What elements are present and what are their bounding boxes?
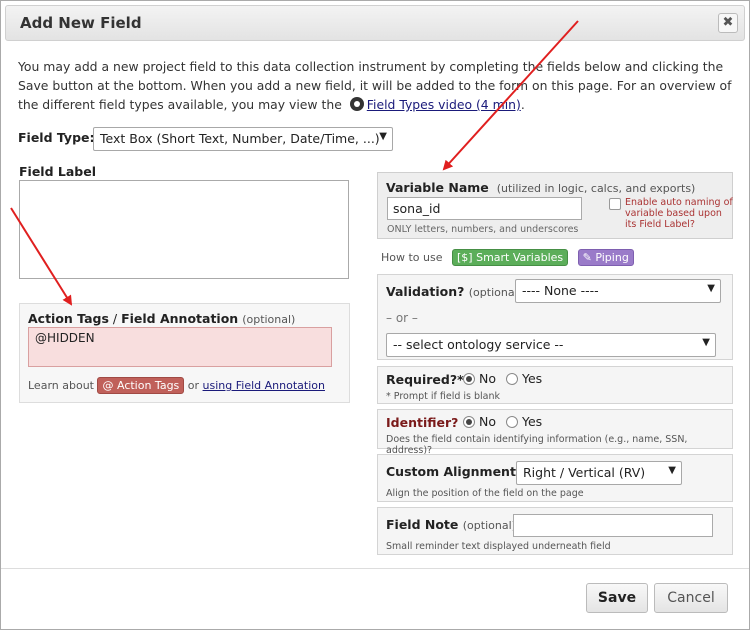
required-no-radio[interactable] — [463, 373, 475, 385]
identifier-section: Identifier? No Yes Does the field contai… — [377, 409, 733, 456]
identifier-yes-radio[interactable] — [505, 416, 518, 428]
dialog-titlebar: Add New Field ✖ — [5, 5, 745, 41]
auto-naming-label: Enable auto naming of variable based upo… — [625, 197, 733, 230]
validation-selected: ---- None ---- — [522, 283, 599, 298]
field-types-video-link[interactable]: Field Types video (4 min) — [367, 97, 521, 112]
action-tags-section: Action Tags / Field Annotation (optional… — [19, 303, 350, 403]
custom-alignment-title: Custom Alignment — [386, 464, 516, 479]
field-annotation-link[interactable]: using Field Annotation — [203, 379, 325, 392]
field-note-heading: Field Note — [386, 517, 459, 532]
piping-label: Piping — [595, 251, 629, 264]
field-type-select[interactable]: Text Box (Short Text, Number, Date/Time,… — [93, 127, 393, 151]
field-label-textarea[interactable] — [19, 180, 349, 279]
action-tags-optional: (optional) — [242, 313, 296, 326]
required-no-label: No — [479, 371, 496, 386]
identifier-no-label: No — [479, 414, 496, 429]
intro-period: . — [520, 97, 525, 112]
validation-title: Validation? (optional) — [386, 284, 522, 299]
action-tags-button[interactable]: @ Action Tags — [97, 377, 185, 394]
ontology-select[interactable]: -- select ontology service -- ▼ — [386, 333, 716, 357]
action-tags-textarea[interactable]: @HIDDEN — [28, 327, 332, 367]
chevron-down-icon: ▼ — [707, 283, 715, 294]
field-note-hint: Small reminder text displayed underneath… — [386, 541, 611, 552]
variable-name-heading: Variable Name — [386, 180, 489, 195]
action-tags-heading: Action Tags — [28, 311, 109, 326]
identifier-yes-label: Yes — [521, 414, 543, 429]
variable-name-title: Variable Name (utilized in logic, calcs,… — [386, 180, 695, 195]
identifier-note: Does the field contain identifying infor… — [386, 434, 688, 456]
chevron-down-icon: ▼ — [668, 465, 676, 476]
field-type-selected: Text Box (Short Text, Number, Date/Time,… — [100, 131, 380, 146]
chevron-down-icon: ▼ — [379, 131, 387, 142]
action-tags-sep: / — [108, 311, 122, 326]
variable-name-note: (utilized in logic, calcs, and exports) — [496, 182, 696, 195]
footer-divider — [1, 568, 749, 569]
dialog-title: Add New Field — [20, 14, 142, 32]
cancel-button[interactable]: Cancel — [654, 583, 728, 613]
auto-naming-checkbox[interactable] — [609, 198, 621, 210]
required-note: * Prompt if field is blank — [386, 391, 501, 402]
action-tags-title: Action Tags / Field Annotation (optional… — [28, 311, 295, 326]
variable-name-hint: ONLY letters, numbers, and underscores — [387, 224, 579, 235]
alignment-select[interactable]: Right / Vertical (RV) ▼ — [516, 461, 682, 485]
variable-name-section: Variable Name (utilized in logic, calcs,… — [377, 172, 733, 239]
film-reel-icon — [349, 97, 364, 111]
variable-name-input[interactable]: sona_id — [387, 197, 582, 220]
learn-about-text: Learn about — [28, 379, 94, 392]
alignment-note: Align the position of the field on the p… — [386, 488, 584, 499]
intro-text: You may add a new project field to this … — [18, 57, 733, 114]
validation-select[interactable]: ---- None ---- ▼ — [515, 279, 721, 303]
how-to-use: How to use [$] Smart Variables ✎ Piping — [381, 249, 634, 266]
or-text: or — [187, 379, 200, 392]
field-label-title: Field Label — [19, 164, 96, 179]
field-note-input[interactable] — [513, 514, 713, 537]
required-yes-label: Yes — [521, 371, 543, 386]
required-section: Required?* No Yes * Prompt if field is b… — [377, 366, 733, 404]
save-button[interactable]: Save — [586, 583, 648, 613]
field-note-optional: (optional) — [462, 519, 516, 532]
identifier-title: Identifier? — [386, 415, 459, 430]
required-options: No Yes — [457, 371, 542, 386]
action-tags-help: Learn about @ Action Tags or using Field… — [28, 377, 325, 394]
field-note-title: Field Note (optional) — [386, 517, 516, 532]
identifier-options: No Yes — [457, 414, 542, 429]
piping-button[interactable]: ✎ Piping — [577, 249, 634, 266]
ontology-selected: -- select ontology service -- — [393, 337, 564, 352]
field-type-label: Field Type: — [18, 130, 95, 145]
alignment-selected: Right / Vertical (RV) — [523, 465, 646, 480]
add-new-field-dialog: Add New Field ✖ You may add a new projec… — [0, 0, 750, 630]
smart-variables-button[interactable]: [$] Smart Variables — [452, 249, 569, 266]
pencil-icon: ✎ — [582, 251, 592, 264]
field-annotation-heading: Field Annotation — [121, 311, 239, 326]
validation-heading: Validation? — [386, 284, 465, 299]
required-yes-radio[interactable] — [505, 373, 518, 385]
custom-alignment-section: Custom Alignment Right / Vertical (RV) ▼… — [377, 454, 733, 502]
chevron-down-icon: ▼ — [702, 337, 710, 348]
close-icon[interactable]: ✖ — [718, 13, 738, 33]
how-to-use-label: How to use — [381, 251, 443, 264]
identifier-no-radio[interactable] — [463, 416, 475, 428]
field-note-section: Field Note (optional) Small reminder tex… — [377, 507, 733, 555]
required-title: Required?* — [386, 372, 464, 387]
validation-optional: (optional) — [468, 286, 522, 299]
validation-or: – or – — [386, 311, 418, 325]
validation-section: Validation? (optional) ---- None ---- ▼ … — [377, 274, 733, 360]
